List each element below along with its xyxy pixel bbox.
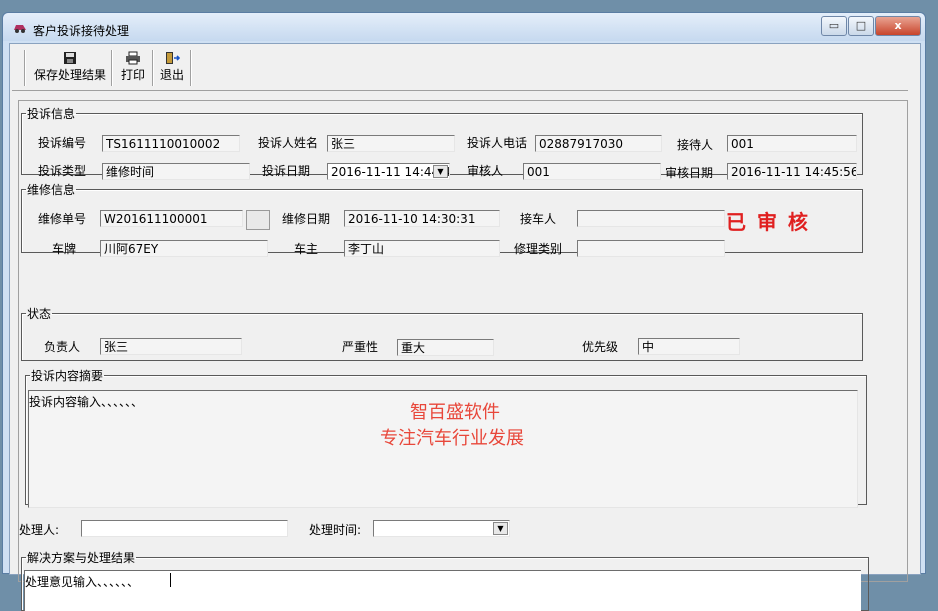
chevron-down-icon[interactable]: ▼ bbox=[493, 522, 508, 535]
repair-category-label: 修理类别 bbox=[514, 242, 563, 256]
complaint-type-label: 投诉类型 bbox=[38, 164, 87, 178]
complaint-date-label: 投诉日期 bbox=[262, 164, 311, 178]
complaint-info-group: 投诉信息 投诉编号 TS1611110010002 投诉人姓名 张三 投诉人电话… bbox=[21, 105, 863, 180]
maximize-icon: □ bbox=[855, 19, 867, 32]
minimize-icon: ▭ bbox=[828, 19, 840, 32]
toolbar-separator bbox=[190, 50, 192, 86]
print-icon bbox=[126, 51, 140, 65]
chevron-down-icon[interactable]: ▼ bbox=[433, 165, 448, 178]
toolbar-separator bbox=[111, 50, 113, 86]
window-title: 客户投诉接待处理 bbox=[33, 24, 130, 38]
repair-category-field[interactable] bbox=[577, 240, 725, 257]
toolbar-separator bbox=[152, 50, 154, 86]
review-date-label: 审核日期 bbox=[665, 166, 714, 180]
repair-order-field[interactable]: W201611100001 bbox=[100, 210, 243, 227]
plate-label: 车牌 bbox=[52, 242, 77, 256]
review-date-field[interactable]: 2016-11-11 14:45:56 bbox=[727, 163, 857, 180]
complaint-no-field[interactable]: TS1611110010002 bbox=[102, 135, 240, 152]
complaint-no-label: 投诉编号 bbox=[38, 136, 87, 150]
close-button[interactable]: x bbox=[875, 16, 921, 36]
maximize-button[interactable]: □ bbox=[848, 16, 874, 36]
app-window: 客户投诉接待处理 ▭ □ x 保存处理结果 打印 退出 投诉信息 投诉编号 TS… bbox=[2, 12, 926, 611]
watermark-line1: 智百盛软件 bbox=[410, 402, 500, 423]
save-button[interactable]: 保存处理结果 bbox=[32, 49, 108, 87]
handling-time-label: 处理时间: bbox=[309, 523, 362, 537]
minimize-button[interactable]: ▭ bbox=[821, 16, 847, 36]
title-bar[interactable]: 客户投诉接待处理 ▭ □ x bbox=[3, 13, 925, 41]
approved-stamp: 已 审 核 bbox=[726, 210, 810, 234]
summary-group: 投诉内容摘要 投诉内容输入、、、、、、 智百盛软件 专注汽车行业发展 bbox=[25, 367, 867, 508]
complainant-phone-label: 投诉人电话 bbox=[467, 136, 528, 150]
exit-label: 退出 bbox=[159, 68, 184, 82]
severity-field[interactable]: 重大 bbox=[397, 339, 494, 356]
handling-time-picker[interactable]: ▼ bbox=[373, 520, 510, 537]
complaint-info-legend: 投诉信息 bbox=[27, 107, 76, 121]
window-client: 保存处理结果 打印 退出 投诉信息 投诉编号 TS1611110010002 投… bbox=[9, 43, 921, 611]
complaint-date-picker[interactable]: 2016-11-11 14:44:4 ▼ bbox=[327, 163, 450, 180]
complainant-name-label: 投诉人姓名 bbox=[258, 136, 319, 150]
solution-text: 处理意见输入、、、、、、 bbox=[25, 575, 140, 589]
priority-field[interactable]: 中 bbox=[638, 338, 740, 355]
owner-label: 负责人 bbox=[44, 340, 81, 354]
repair-order-lookup-button[interactable] bbox=[246, 210, 270, 230]
status-legend: 状态 bbox=[27, 307, 52, 321]
severity-label: 严重性 bbox=[342, 340, 379, 354]
text-cursor bbox=[170, 573, 171, 587]
car-owner-label: 车主 bbox=[294, 242, 319, 256]
print-button[interactable]: 打印 bbox=[116, 49, 150, 87]
save-icon bbox=[64, 52, 76, 64]
receiver-label: 接待人 bbox=[677, 138, 714, 152]
exit-door-icon bbox=[166, 52, 180, 64]
pickup-person-label: 接车人 bbox=[520, 212, 557, 226]
handler-label: 处理人: bbox=[19, 523, 60, 537]
complaint-type-field[interactable]: 维修时间 bbox=[102, 163, 250, 180]
complainant-name-field[interactable]: 张三 bbox=[327, 135, 455, 152]
summary-legend: 投诉内容摘要 bbox=[31, 369, 104, 383]
save-label: 保存处理结果 bbox=[33, 68, 106, 82]
print-label: 打印 bbox=[120, 68, 145, 82]
priority-label: 优先级 bbox=[582, 340, 619, 354]
status-group: 状态 负责人 张三 严重性 重大 优先级 中 bbox=[21, 305, 863, 361]
repair-info-legend: 维修信息 bbox=[27, 183, 76, 197]
reviewer-field[interactable]: 001 bbox=[523, 163, 661, 180]
repair-date-label: 维修日期 bbox=[282, 212, 331, 226]
solution-textarea[interactable]: 处理意见输入、、、、、、 bbox=[24, 570, 861, 611]
car-owner-field[interactable]: 李丁山 bbox=[344, 240, 500, 257]
repair-info-group: 维修信息 维修单号 W201611100001 维修日期 2016-11-10 … bbox=[21, 181, 863, 257]
watermark-line2: 专注汽车行业发展 bbox=[380, 428, 524, 449]
close-icon: x bbox=[894, 19, 902, 32]
repair-order-label: 维修单号 bbox=[38, 212, 87, 226]
complainant-phone-field[interactable]: 02887917030 bbox=[535, 135, 662, 152]
toolbar: 保存处理结果 打印 退出 bbox=[12, 46, 908, 91]
reviewer-label: 审核人 bbox=[467, 164, 504, 178]
handler-field[interactable] bbox=[81, 520, 288, 537]
content-panel: 投诉信息 投诉编号 TS1611110010002 投诉人姓名 张三 投诉人电话… bbox=[18, 100, 908, 611]
receiver-field[interactable]: 001 bbox=[727, 135, 857, 152]
repair-date-field[interactable]: 2016-11-10 14:30:31 bbox=[344, 210, 500, 227]
exit-button[interactable]: 退出 bbox=[156, 49, 188, 87]
plate-field[interactable]: 川阿67EY bbox=[100, 240, 268, 257]
solution-group: 解决方案与处理结果 处理意见输入、、、、、、 bbox=[21, 549, 869, 611]
pickup-person-field[interactable] bbox=[577, 210, 725, 227]
owner-field[interactable]: 张三 bbox=[100, 338, 242, 355]
car-icon bbox=[14, 25, 26, 33]
summary-text: 投诉内容输入、、、、、、 bbox=[29, 395, 144, 409]
toolbar-grip bbox=[24, 50, 26, 86]
